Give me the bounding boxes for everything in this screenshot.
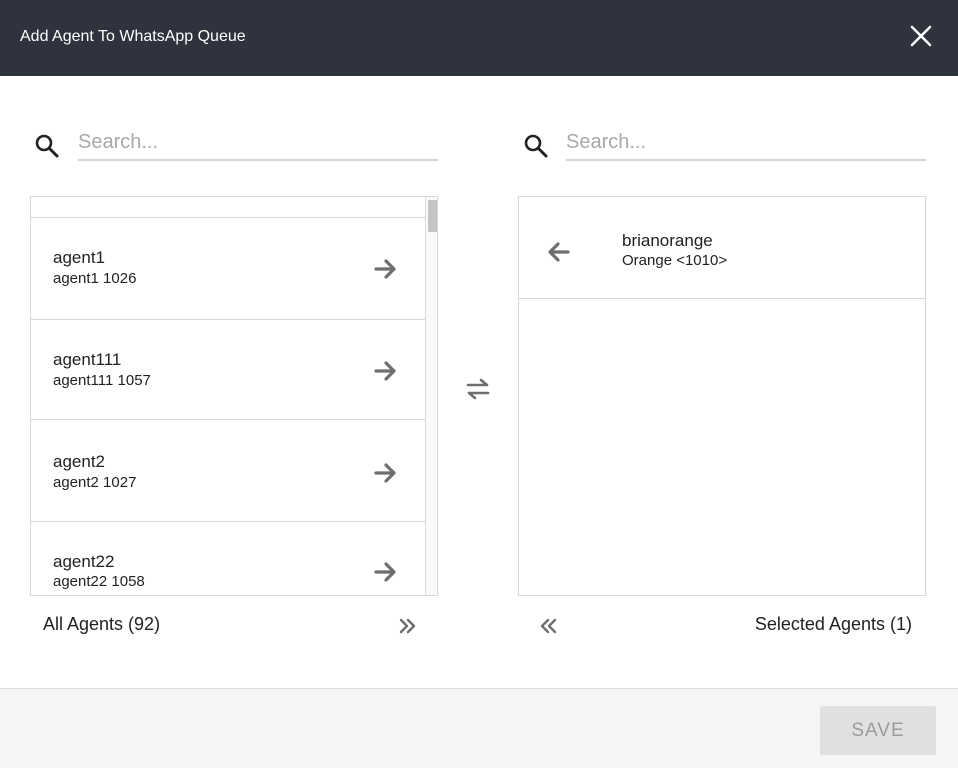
list-item[interactable]: agent2 agent2 1027 bbox=[31, 420, 425, 522]
scrollbar[interactable] bbox=[425, 197, 437, 595]
agent-detail: agent2 1027 bbox=[53, 474, 137, 491]
agent-detail: agent1 1026 bbox=[53, 270, 137, 287]
list-item-partial bbox=[31, 197, 425, 218]
right-search bbox=[523, 125, 927, 163]
swap-icon[interactable] bbox=[464, 376, 492, 402]
agent-detail: Orange <1010> bbox=[622, 252, 728, 269]
arrow-right-icon[interactable] bbox=[373, 460, 399, 486]
selected-list-item[interactable]: brianorange Orange <1010> bbox=[519, 197, 925, 299]
dialog-title: Add Agent To WhatsApp Queue bbox=[20, 28, 246, 45]
selected-agents-count: Selected Agents (1) bbox=[754, 614, 912, 634]
arrow-left-icon[interactable] bbox=[545, 239, 571, 265]
double-chevron-right-icon[interactable] bbox=[396, 614, 420, 638]
agent-detail: agent22 1058 bbox=[53, 573, 145, 590]
agent-name: agent2 bbox=[53, 452, 105, 471]
agent-detail: agent111 1057 bbox=[53, 372, 151, 389]
double-chevron-left-icon[interactable] bbox=[536, 614, 560, 638]
list-item[interactable]: agent22 agent22 1058 bbox=[31, 522, 425, 595]
arrow-right-icon[interactable] bbox=[373, 358, 399, 384]
arrow-right-icon[interactable] bbox=[373, 256, 399, 282]
all-agents-list: agent1 agent1 1026 agent111 agent111 105… bbox=[30, 196, 438, 596]
close-icon[interactable] bbox=[906, 21, 936, 51]
search-icon bbox=[524, 134, 548, 158]
left-search-input[interactable] bbox=[78, 125, 438, 161]
selected-agents-list: brianorange Orange <1010> bbox=[518, 196, 926, 596]
agent-name: brianorange bbox=[622, 231, 713, 250]
dialog-header: Add Agent To WhatsApp Queue bbox=[0, 0, 958, 76]
agent-name: agent111 bbox=[53, 350, 122, 369]
agent-name: agent22 bbox=[53, 552, 115, 571]
save-button[interactable]: SAVE bbox=[820, 706, 936, 755]
agent-name: agent1 bbox=[53, 248, 105, 267]
all-agents-count: All Agents (92) bbox=[43, 614, 161, 634]
left-search bbox=[34, 125, 438, 163]
dialog-footer: SAVE bbox=[0, 688, 958, 768]
list-item[interactable]: agent111 agent111 1057 bbox=[31, 320, 425, 420]
right-search-input[interactable] bbox=[566, 125, 926, 161]
list-item[interactable]: agent1 agent1 1026 bbox=[31, 218, 425, 320]
arrow-right-icon[interactable] bbox=[373, 559, 399, 585]
scrollbar-thumb[interactable] bbox=[428, 200, 437, 232]
search-icon bbox=[35, 134, 59, 158]
